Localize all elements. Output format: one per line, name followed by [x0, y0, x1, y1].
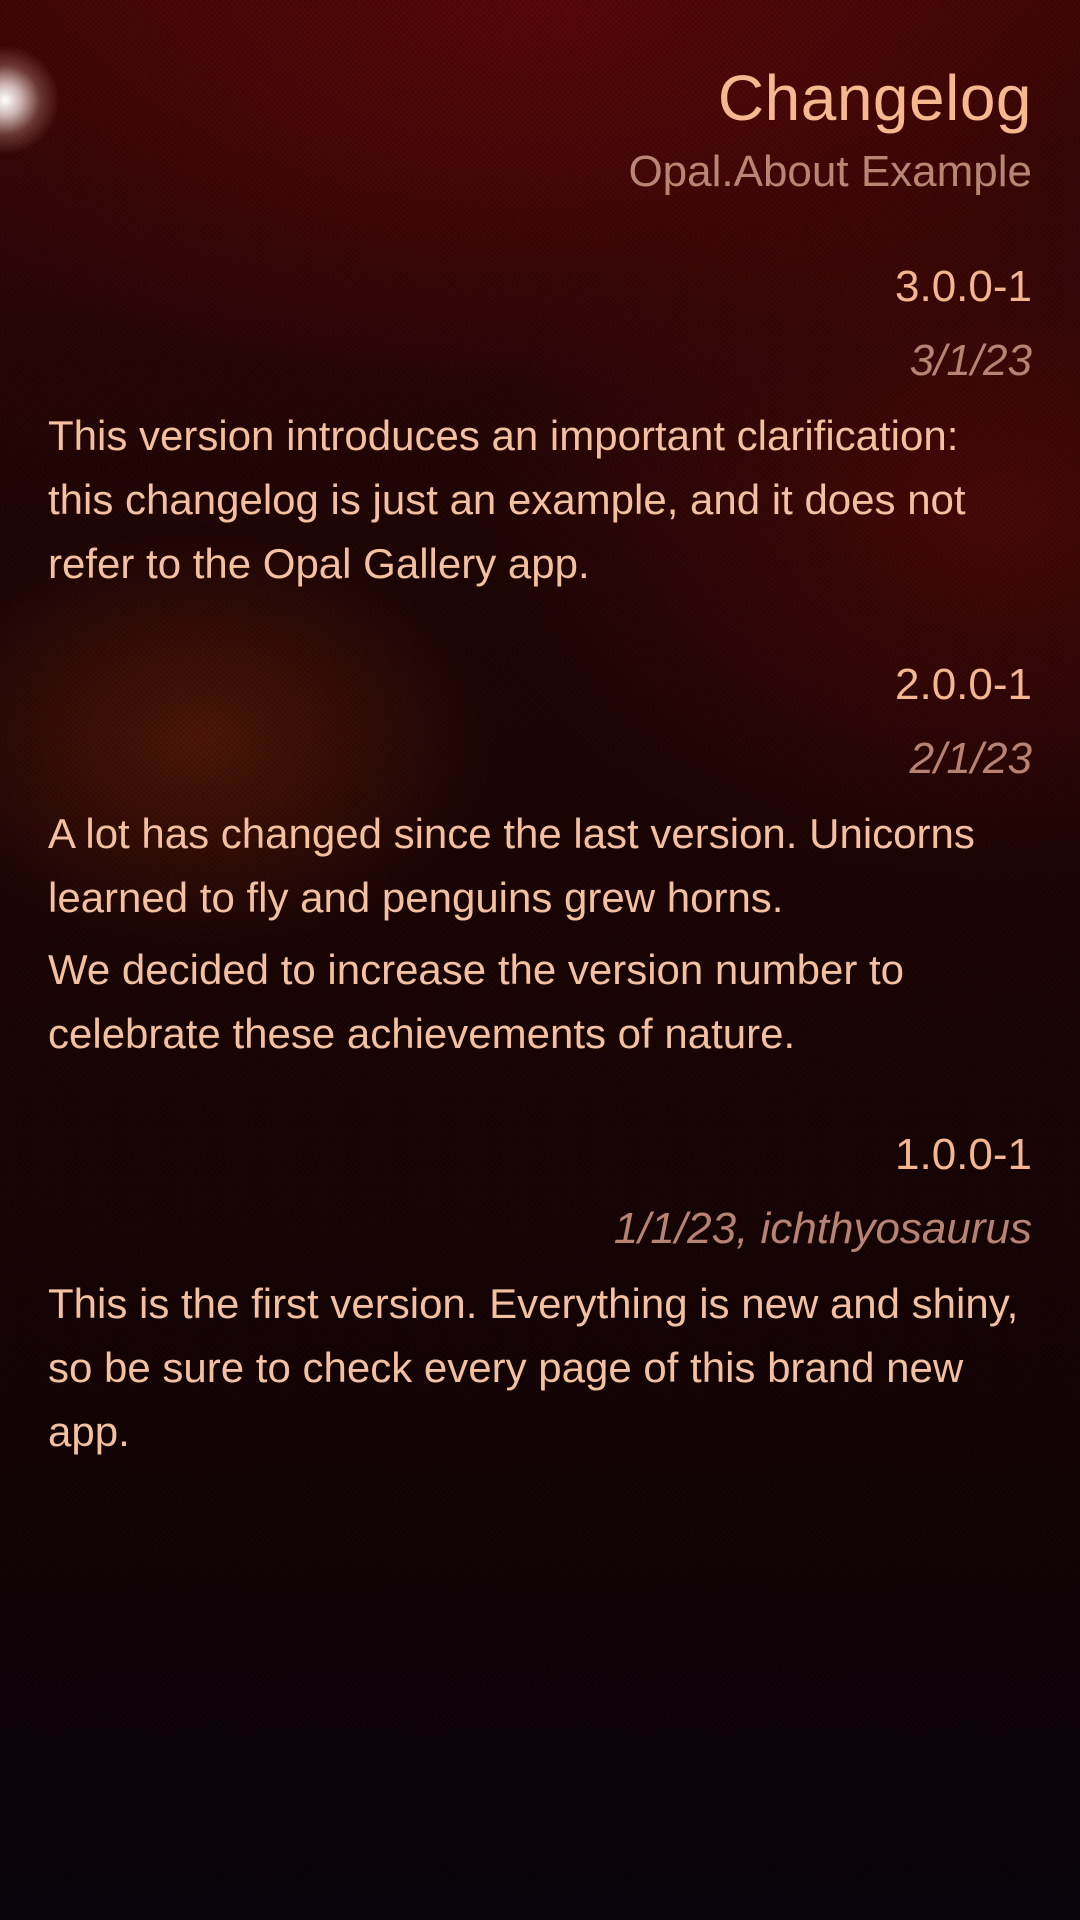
entry-date: 3/1/23 — [909, 336, 1032, 385]
changelog-entry: 3.0.0-1 3/1/23 This version introduces a… — [48, 250, 1032, 596]
entry-version: 3.0.0-1 — [895, 262, 1032, 311]
entry-version: 2.0.0-1 — [895, 660, 1032, 709]
entry-version: 1.0.0-1 — [895, 1130, 1032, 1179]
changelog-page: { "header": { "title": "Changelog", "sub… — [0, 0, 1080, 1920]
entry-text: A lot has changed since the last version… — [48, 810, 975, 921]
page-subtitle: Opal.About Example — [628, 147, 1032, 196]
changelog-entry: 2.0.0-1 2/1/23 A lot has changed since t… — [48, 648, 1032, 1066]
changelog-entry: 1.0.0-1 1/1/23, ichthyosaurus This is th… — [48, 1118, 1032, 1464]
page-header: Changelog Opal.About Example — [48, 0, 1032, 198]
entry-text: We decided to increase the version numbe… — [48, 946, 905, 1057]
page-title: Changelog — [717, 62, 1032, 134]
changelog-content: Changelog Opal.About Example 3.0.0-1 3/1… — [48, 0, 1032, 1464]
entry-date-author: 1/1/23, ichthyosaurus — [613, 1204, 1032, 1253]
entry-text: This is the first version. Everything is… — [48, 1280, 1019, 1455]
entry-date: 2/1/23 — [909, 734, 1032, 783]
entry-text: This version introduces an important cla… — [48, 412, 966, 587]
